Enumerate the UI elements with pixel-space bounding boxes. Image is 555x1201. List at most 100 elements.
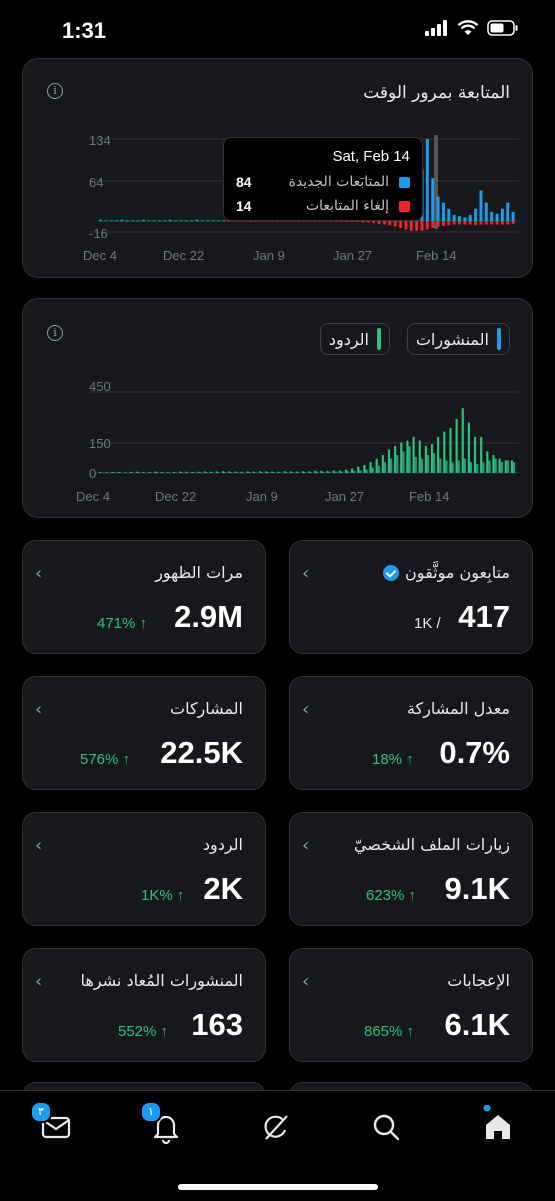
replies-bar bbox=[400, 442, 403, 473]
posts-bar bbox=[316, 471, 319, 473]
replies-bar bbox=[314, 470, 317, 473]
nav-grok[interactable] bbox=[254, 1105, 298, 1149]
unfollows-bar bbox=[249, 221, 252, 222]
replies-bar bbox=[142, 472, 145, 473]
unfollows-bar bbox=[131, 221, 135, 222]
replies-bar bbox=[234, 471, 237, 473]
posts-bar bbox=[181, 472, 184, 473]
stat-change: 552% ↑ bbox=[118, 1023, 169, 1040]
y-tick-label: 0 bbox=[89, 466, 96, 481]
chevron-left-icon: ‹ bbox=[302, 563, 310, 584]
unfollows-bar bbox=[104, 221, 108, 222]
unfollows-bar bbox=[420, 221, 424, 231]
posts-bar bbox=[174, 472, 178, 473]
posts-bar bbox=[469, 462, 473, 473]
replies-bar bbox=[308, 471, 311, 473]
stat-card-profile-visits[interactable]: زيارات الملف الشخصيّ ‹ 9.1K 623% ↑ bbox=[289, 812, 533, 926]
stat-card-reposts[interactable]: المنشورات المُعاد نشرها ‹ 163 552% ↑ bbox=[22, 948, 266, 1062]
posts-bar bbox=[476, 464, 479, 473]
replies-bar bbox=[209, 471, 212, 473]
verified-badge-icon bbox=[383, 564, 400, 581]
replies-bar bbox=[203, 471, 206, 473]
new-follows-swatch bbox=[399, 176, 410, 188]
unfollows-bar bbox=[431, 221, 435, 228]
posts-chart-card: i المنشورات الردود 450 150 0 Dec 4 Dec 2… bbox=[22, 298, 533, 518]
posts-bar bbox=[230, 472, 233, 473]
posts-bar bbox=[371, 467, 374, 473]
unfollows-bar bbox=[506, 221, 510, 225]
replies-bar bbox=[240, 471, 243, 473]
posts-bar bbox=[285, 471, 288, 473]
replies-bar bbox=[394, 446, 397, 473]
unfollows-bar bbox=[334, 221, 338, 222]
nav-notifications[interactable]: ١ bbox=[140, 1101, 188, 1149]
replies-bar bbox=[172, 471, 175, 473]
replies-bar bbox=[338, 470, 341, 473]
replies-bar bbox=[504, 460, 507, 473]
new-follows-bar bbox=[195, 219, 199, 221]
new-follows-bar bbox=[441, 202, 445, 221]
replies-bar bbox=[430, 444, 434, 473]
posts-bar bbox=[340, 471, 344, 473]
home-icon bbox=[483, 1104, 510, 1139]
posts-bar bbox=[334, 471, 337, 473]
new-follows-bar bbox=[109, 220, 113, 221]
stat-card-engagements[interactable]: المشاركات ‹ 22.5K 576% ↑ bbox=[22, 676, 266, 790]
new-follows-bar bbox=[152, 220, 156, 221]
unfollows-bar bbox=[141, 221, 145, 222]
unfollows-bar bbox=[388, 221, 392, 226]
unfollows-bar bbox=[372, 221, 376, 224]
nav-home[interactable] bbox=[476, 1104, 520, 1149]
new-follows-bar bbox=[479, 190, 483, 221]
unfollows-bar bbox=[281, 221, 285, 222]
unfollows-bar bbox=[211, 221, 215, 222]
replies-bar bbox=[228, 471, 231, 473]
new-follows-bar bbox=[131, 220, 135, 221]
new-follows-bar bbox=[500, 208, 504, 221]
replies-bar bbox=[480, 437, 483, 473]
replies-bar bbox=[332, 470, 335, 473]
posts-bar bbox=[144, 472, 147, 474]
posts-bar bbox=[291, 472, 294, 473]
nav-messages[interactable]: ٣ bbox=[30, 1101, 78, 1149]
new-follows-bar bbox=[463, 217, 467, 221]
new-follows-bar bbox=[206, 220, 210, 221]
replies-bar bbox=[123, 472, 126, 473]
posts-bar bbox=[445, 460, 448, 473]
posts-bar bbox=[488, 460, 491, 473]
stat-card-impressions[interactable]: مرات الظهور ‹ 2.9M 471% ↑ bbox=[22, 540, 266, 654]
replies-bar bbox=[154, 471, 157, 473]
unfollows-bar bbox=[200, 221, 204, 222]
nav-search[interactable] bbox=[364, 1105, 408, 1149]
posts-bar bbox=[279, 472, 282, 473]
x-tick-label: Dec 22 bbox=[155, 489, 196, 504]
x-tick-label: Jan 27 bbox=[325, 489, 364, 504]
new-follows-bar bbox=[174, 220, 177, 221]
new-follows-bar bbox=[141, 219, 145, 221]
stat-card-likes[interactable]: الإعجابات ‹ 6.1K 865% ↑ bbox=[289, 948, 533, 1062]
posts-bar bbox=[383, 462, 387, 473]
stat-card-engagement-rate[interactable]: معدل المشاركة ‹ 0.7% 18% ↑ bbox=[289, 676, 533, 790]
new-follows-bar bbox=[490, 211, 494, 221]
tooltip-lost-value: 14 bbox=[236, 198, 252, 214]
posts-bar bbox=[267, 472, 270, 473]
unfollows-bar bbox=[259, 221, 263, 222]
stat-card-replies[interactable]: الردود ‹ 2K 1K% ↑ bbox=[22, 812, 266, 926]
chevron-left-icon: ‹ bbox=[35, 971, 43, 992]
posts-bar bbox=[396, 455, 399, 473]
replies-bar bbox=[357, 466, 360, 473]
x-tick-label: Dec 4 bbox=[76, 489, 110, 504]
replies-bar bbox=[166, 472, 169, 473]
posts-bar bbox=[322, 471, 325, 473]
replies-bar bbox=[197, 471, 200, 473]
new-follows-bar bbox=[431, 178, 435, 221]
posts-bars bbox=[99, 408, 516, 474]
chart-tooltip: Sat, Feb 14 84 المتابَعات الجديدة 14 إلغ… bbox=[223, 137, 423, 221]
unfollows-bar bbox=[302, 221, 306, 222]
posts-bar bbox=[224, 471, 227, 473]
replies-bar bbox=[492, 455, 495, 473]
stat-card-verified-followers[interactable]: متابِعون موثَّقون ‹ 417 1K / bbox=[289, 540, 533, 654]
posts-bar bbox=[107, 472, 110, 474]
posts-chart[interactable]: 450 150 0 Dec 4 Dec 22 Jan 9 Jan 27 Feb … bbox=[23, 299, 534, 519]
unfollows-bar bbox=[275, 221, 279, 222]
